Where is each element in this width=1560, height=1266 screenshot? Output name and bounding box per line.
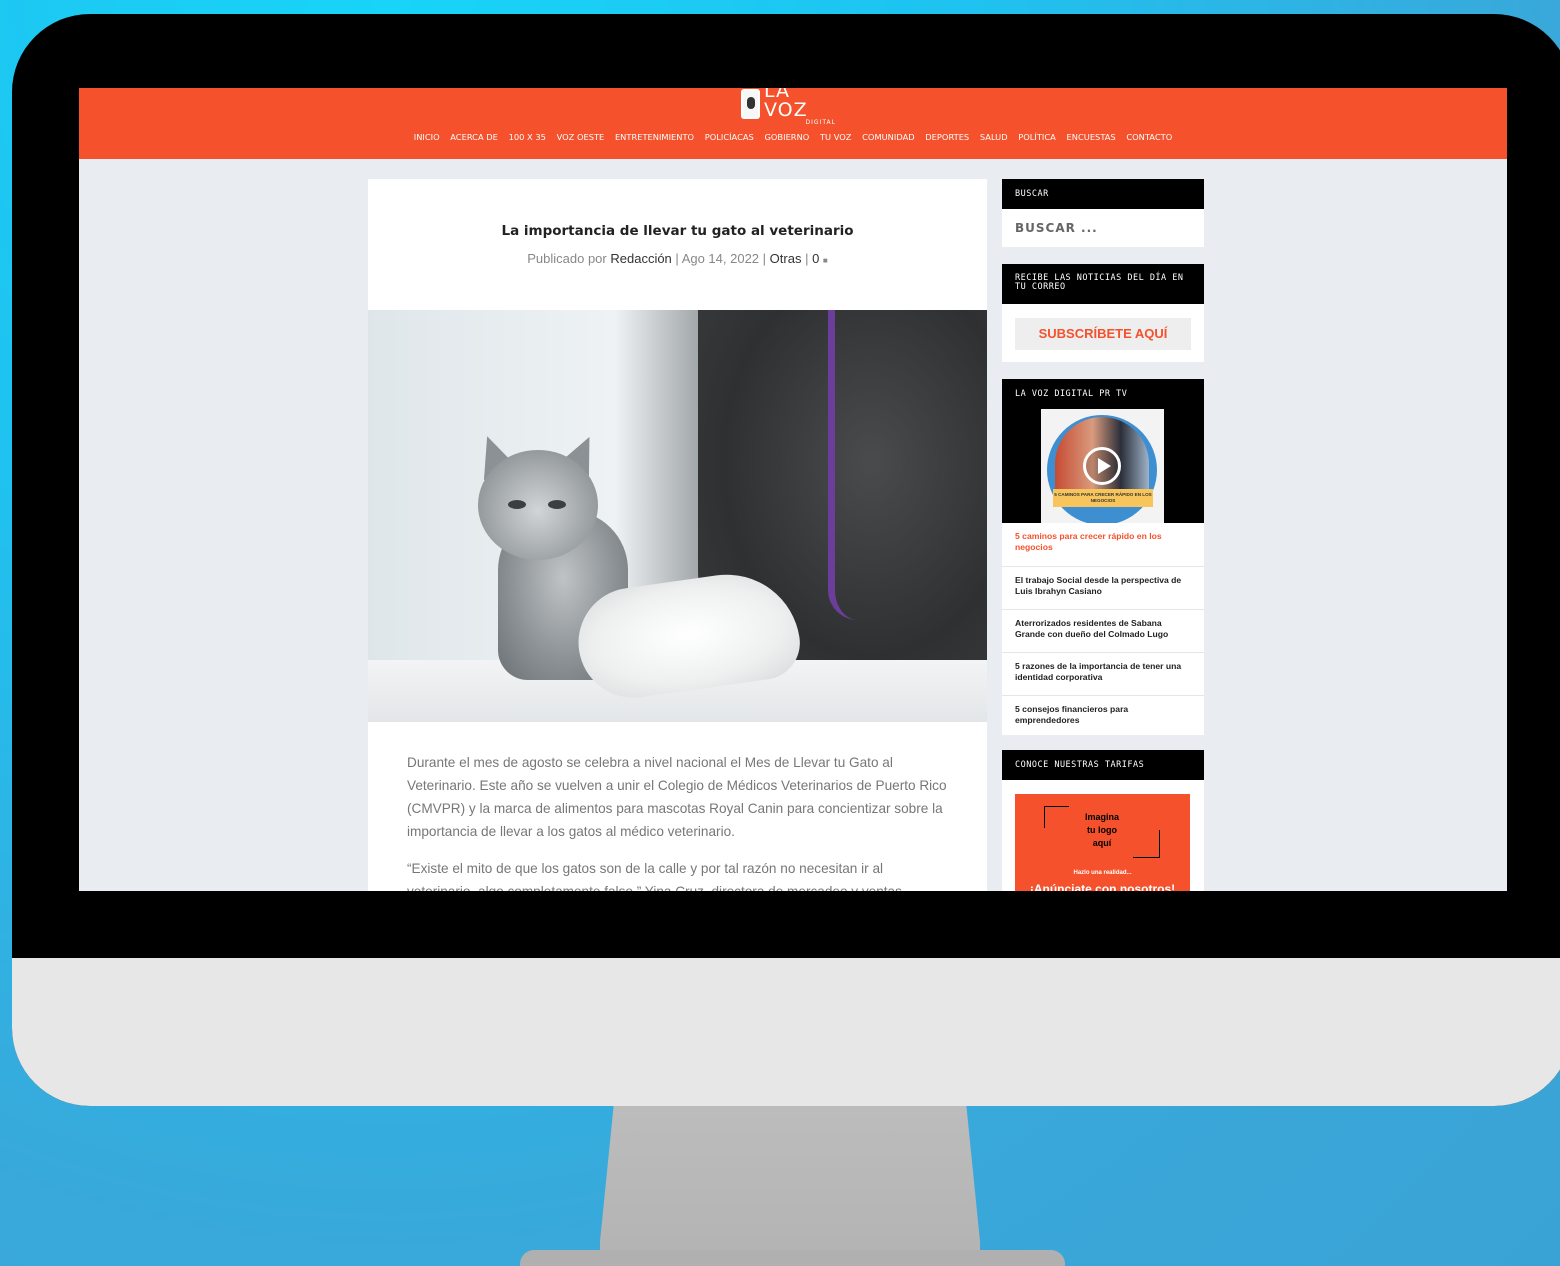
stethoscope: [828, 310, 888, 620]
nav-deportes[interactable]: DEPORTES: [925, 132, 969, 142]
newsletter-widget: RECIBE LAS NOTICIAS DEL DÍA EN TU CORREO…: [1002, 264, 1204, 362]
post-body: Durante el mes de agosto se celebra a ni…: [407, 751, 947, 891]
subscribe-button[interactable]: SUBSCRÍBETE AQUÍ: [1015, 318, 1191, 350]
author-link[interactable]: Redacción: [610, 251, 671, 266]
video-player[interactable]: 5 CAMINOS PARA CRECER RÁPIDO EN LOS NEGO…: [1002, 407, 1204, 523]
kitten-head: [478, 450, 598, 560]
kitten-eye: [548, 500, 566, 509]
monitor-stand-foot: [520, 1250, 1065, 1266]
browser-screen: LA VOZ DIGITAL INICIO ACERCA DE 100 X 35…: [79, 88, 1507, 891]
widget-title: BUSCAR: [1002, 179, 1204, 209]
featured-image: [368, 310, 987, 722]
comments-link[interactable]: 0: [812, 251, 819, 266]
main-nav: INICIO ACERCA DE 100 X 35 VOZ OESTE ENTR…: [79, 132, 1507, 142]
search-widget: BUSCAR BUSCAR ...: [1002, 179, 1204, 247]
ad-line: Imagina: [1084, 812, 1119, 822]
tv-widget: LA VOZ DIGITAL PR TV 5 CAMINOS PARA CREC…: [1002, 379, 1204, 735]
kitten-eye: [508, 500, 526, 509]
video-list: 5 caminos para crecer rápido en los nego…: [1002, 523, 1204, 738]
rates-widget: CONOCE NUESTRAS TARIFAS Imagina tu logo …: [1002, 750, 1204, 891]
paragraph: “Existe el mito de que los gatos son de …: [407, 861, 902, 891]
nav-entretenimiento[interactable]: ENTRETENIMIENTO: [615, 132, 694, 142]
category-link[interactable]: Otras: [770, 251, 802, 266]
video-item[interactable]: 5 consejos financieros para emprendedore…: [1002, 695, 1204, 738]
logo-wordmark: LA VOZ: [764, 88, 808, 121]
nav-gobierno[interactable]: GOBIERNO: [764, 132, 809, 142]
nav-acerca-de[interactable]: ACERCA DE: [450, 132, 498, 142]
paragraph: Durante el mes de agosto se celebra a ni…: [407, 755, 947, 839]
nav-voz-oeste[interactable]: VOZ OESTE: [557, 132, 605, 142]
phone-icon: [741, 89, 761, 119]
widget-title: LA VOZ DIGITAL PR TV: [1002, 379, 1204, 407]
frame-corner: [1044, 806, 1069, 828]
nav-politica[interactable]: POLÍTICA: [1018, 132, 1056, 142]
ad-banner[interactable]: Imagina tu logo aquí Hazlo una realidad.…: [1015, 794, 1190, 891]
video-item[interactable]: 5 caminos para crecer rápido en los nego…: [1002, 523, 1204, 566]
nav-tu-voz[interactable]: TU VOZ: [820, 132, 852, 142]
site-header: LA VOZ DIGITAL INICIO ACERCA DE 100 X 35…: [79, 88, 1507, 159]
nav-encuestas[interactable]: ENCUESTAS: [1067, 132, 1116, 142]
nav-inicio[interactable]: INICIO: [414, 132, 440, 142]
ad-line: tu logo: [1087, 825, 1117, 835]
nav-100x35[interactable]: 100 X 35: [509, 132, 546, 142]
comment-icon: ■: [822, 256, 828, 265]
video-item[interactable]: Aterrorizados residentes de Sabana Grand…: [1002, 609, 1204, 652]
monitor-chin: [12, 958, 1560, 1106]
logo-text: LA VOZ DIGITAL: [764, 88, 836, 126]
ad-line: aquí: [1092, 838, 1112, 848]
nav-policiacas[interactable]: POLICÍACAS: [705, 132, 754, 142]
search-input[interactable]: BUSCAR ...: [1002, 209, 1204, 247]
meta-prefix: Publicado por: [527, 251, 607, 266]
post-title: La importancia de llevar tu gato al vete…: [501, 223, 854, 239]
site-logo[interactable]: LA VOZ DIGITAL: [741, 88, 836, 126]
post-card: La importancia de llevar tu gato al vete…: [368, 179, 987, 891]
post-meta: Publicado por Redacción | Ago 14, 2022 |…: [527, 251, 828, 266]
nav-comunidad[interactable]: COMUNIDAD: [862, 132, 915, 142]
nav-salud[interactable]: SALUD: [980, 132, 1008, 142]
post-date: Ago 14, 2022: [681, 251, 760, 266]
ad-headline: Imagina tu logo aquí: [1067, 811, 1137, 850]
nav-contacto[interactable]: CONTACTO: [1126, 132, 1172, 142]
widget-title: CONOCE NUESTRAS TARIFAS: [1002, 750, 1204, 780]
widget-title: RECIBE LAS NOTICIAS DEL DÍA EN TU CORREO: [1002, 264, 1204, 304]
video-banner: 5 CAMINOS PARA CRECER RÁPIDO EN LOS NEGO…: [1053, 489, 1153, 507]
video-item[interactable]: El trabajo Social desde la perspectiva d…: [1002, 566, 1204, 609]
play-icon[interactable]: [1083, 447, 1121, 485]
monitor-stand: [600, 1090, 980, 1266]
ad-cta: ¡Anúnciate con nosotros!: [1029, 882, 1176, 891]
video-item[interactable]: 5 razones de la importancia de tener una…: [1002, 652, 1204, 695]
video-thumbnail: 5 CAMINOS PARA CRECER RÁPIDO EN LOS NEGO…: [1041, 409, 1164, 523]
frame-corner: [1133, 830, 1160, 858]
ad-subtext: Hazlo una realidad...: [1073, 870, 1132, 876]
